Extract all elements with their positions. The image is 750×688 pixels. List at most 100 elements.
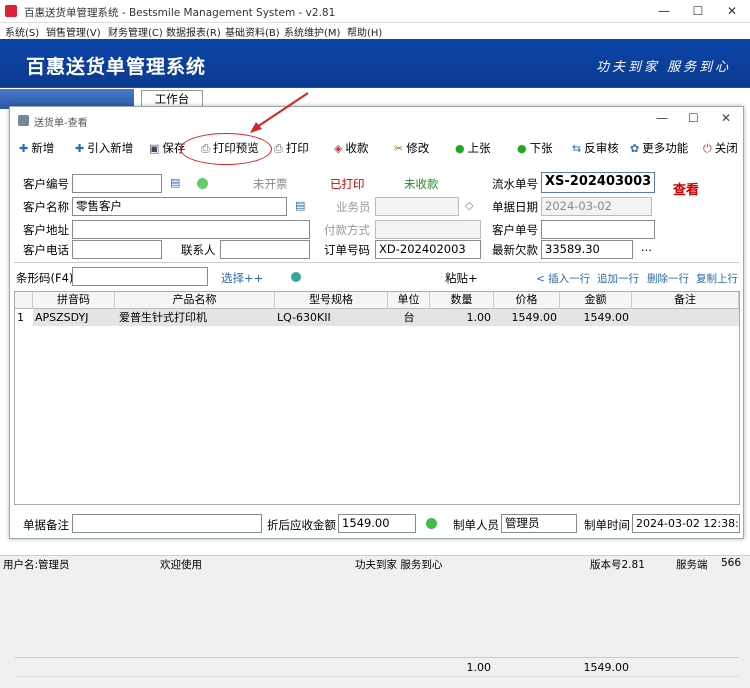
salesman-label: 业务员 <box>336 200 371 214</box>
order-no-input[interactable]: XD-202402003 <box>375 240 481 259</box>
creator-label: 制单人员 <box>453 518 499 532</box>
address-input[interactable] <box>72 220 310 239</box>
insert-row-link[interactable]: < 插入一行 <box>536 271 590 286</box>
status-dot-icon <box>426 518 437 529</box>
grid-header[interactable]: 拼音码 <box>33 292 115 309</box>
copy-row-link[interactable]: 复制上行 <box>696 271 738 286</box>
status-version: 版本号2.81 <box>590 559 645 571</box>
date-input[interactable]: 2024-03-02 <box>541 197 652 216</box>
discount-input[interactable]: 1549.00 <box>338 514 416 533</box>
grid-header-rownum <box>15 292 33 309</box>
status-user: 用户名:管理员 <box>3 559 70 571</box>
more-arrears-button[interactable]: ... <box>641 240 652 254</box>
payment-method-label: 付款方式 <box>324 223 370 237</box>
status-welcome: 欢迎使用 <box>160 559 202 571</box>
customer-code-input[interactable] <box>72 174 162 193</box>
delete-row-link[interactable]: 删除一行 <box>647 271 689 286</box>
window-title: 送货单-查看 <box>34 118 88 129</box>
cell-name[interactable]: 爱普生针式打印机 <box>115 309 275 326</box>
remark-label: 单据备注 <box>23 518 69 532</box>
status-extra: 566 <box>721 557 742 569</box>
search-icon[interactable]: ▤ <box>295 199 305 212</box>
status-server: 服务端 <box>676 559 708 571</box>
remark-input[interactable] <box>72 514 262 533</box>
grid-header[interactable]: 数量 <box>430 292 494 309</box>
close-button[interactable]: ✕ <box>724 2 740 20</box>
globe-icon[interactable] <box>291 272 301 282</box>
eraser-icon[interactable]: ◇ <box>465 199 473 212</box>
grid-header[interactable]: 价格 <box>494 292 560 309</box>
payment-method-select[interactable] <box>375 220 481 239</box>
grid-total-divider <box>15 657 739 658</box>
cell-note[interactable] <box>632 309 739 326</box>
order-no-label: 订单号码 <box>324 243 370 257</box>
menu-sales[interactable]: 销售管理(V) <box>46 24 101 39</box>
app-title: 百惠送货单管理系统 - Bestsmile Management System … <box>24 7 336 19</box>
minimize-button[interactable]: — <box>656 2 672 20</box>
grid-header[interactable]: 产品名称 <box>115 292 275 309</box>
barcode-label: 条形码(F4) <box>16 271 74 285</box>
delivery-note-window: 送货单-查看 — ☐ ✕ ✚ 新增 ✚ 引入新增 ▣ 保存 ⎙ 打印预览 ⎙ 打印 ◈ 收款… <box>9 92 744 688</box>
status-slogan: 功夫到家 服务到心 <box>355 559 443 571</box>
grid-header[interactable]: 型号规格 <box>275 292 388 309</box>
date-label: 单据日期 <box>492 200 538 214</box>
win-maximize-button[interactable]: ☐ <box>688 111 699 125</box>
menu-help[interactable]: 帮助(H) <box>347 24 382 39</box>
arrears-input[interactable]: 33589.30 <box>541 240 633 259</box>
menu-finance[interactable]: 财务管理(C) <box>108 24 163 39</box>
append-row-link[interactable]: 追加一行 <box>597 271 639 286</box>
creator-input[interactable]: 管理员 <box>501 514 577 533</box>
receive-payment-button[interactable]: ◈ 收款 <box>334 140 368 156</box>
phone-label: 客户电话 <box>23 243 69 257</box>
phone-input[interactable] <box>72 240 162 259</box>
printer-icon: ⎙ <box>274 142 283 155</box>
edit-button[interactable]: ✂ 修改 <box>394 140 429 156</box>
barcode-input[interactable] <box>72 267 208 286</box>
paste-button[interactable]: 粘贴+ <box>445 270 478 286</box>
customer-name-input[interactable]: 零售客户 <box>72 197 287 216</box>
scissors-icon: ✂ <box>394 142 404 155</box>
cell-unit[interactable]: 台 <box>388 309 430 326</box>
maximize-button[interactable]: ☐ <box>690 2 706 20</box>
import-new-button[interactable]: ✚ 引入新增 <box>75 140 133 156</box>
menu-basic-data[interactable]: 基础资料(B) <box>225 24 280 39</box>
banner-title: 百惠送货单管理系统 <box>26 56 207 78</box>
row-number: 1 <box>15 309 33 326</box>
grid-header[interactable]: 单位 <box>388 292 430 309</box>
unapprove-button[interactable]: ⇆ 反审核 <box>572 140 619 156</box>
time-label: 制单时间 <box>584 518 630 532</box>
salesman-select[interactable] <box>375 197 459 216</box>
cell-qty[interactable]: 1.00 <box>430 309 494 326</box>
print-button[interactable]: ⎙ 打印 <box>274 140 309 156</box>
serial-input[interactable]: XS-202403003 <box>541 172 655 193</box>
win-close-button[interactable]: ✕ <box>721 111 731 125</box>
customer-name-label: 客户名称 <box>23 200 69 214</box>
grid-header[interactable]: 备注 <box>632 292 739 309</box>
more-functions-button[interactable]: ✿ 更多功能 <box>630 140 688 156</box>
search-icon[interactable]: ▤ <box>170 176 180 189</box>
horizontal-scrollbar[interactable] <box>15 676 739 688</box>
new-button[interactable]: ✚ 新增 <box>19 140 54 156</box>
time-input[interactable]: 2024-03-02 12:38:00 <box>632 514 740 533</box>
payment-status: 未收款 <box>404 177 439 191</box>
grid-header[interactable]: 金额 <box>560 292 632 309</box>
swap-icon: ⇆ <box>572 142 582 155</box>
save-icon: ▣ <box>149 142 160 155</box>
status-bar: 用户名:管理员 欢迎使用 功夫到家 服务到心 版本号2.81 服务端 566 <box>0 555 750 571</box>
cell-amount[interactable]: 1549.00 <box>560 309 632 326</box>
menu-maintenance[interactable]: 系统维护(M) <box>284 24 340 39</box>
cell-code[interactable]: APSZSDYJ <box>33 309 115 326</box>
customer-no-input[interactable] <box>541 220 655 239</box>
items-grid[interactable]: 拼音码 产品名称 型号规格 单位 数量 价格 金额 备注 1 APSZSDYJ … <box>14 291 740 688</box>
select-more-link[interactable]: 选择++ <box>221 270 263 286</box>
cell-price[interactable]: 1549.00 <box>494 309 560 326</box>
previous-button[interactable]: ● 上张 <box>455 140 491 156</box>
win-minimize-button[interactable]: — <box>656 111 668 125</box>
cell-model[interactable]: LQ-630KII <box>275 309 388 326</box>
menu-system[interactable]: 系统(S) <box>5 24 39 39</box>
total-amount: 1549.00 <box>583 661 630 674</box>
menu-reports[interactable]: 数据报表(R) <box>166 24 221 39</box>
close-window-button[interactable]: ⏻ 关闭 <box>703 140 738 156</box>
contact-input[interactable] <box>220 240 310 259</box>
next-button[interactable]: ● 下张 <box>517 140 553 156</box>
